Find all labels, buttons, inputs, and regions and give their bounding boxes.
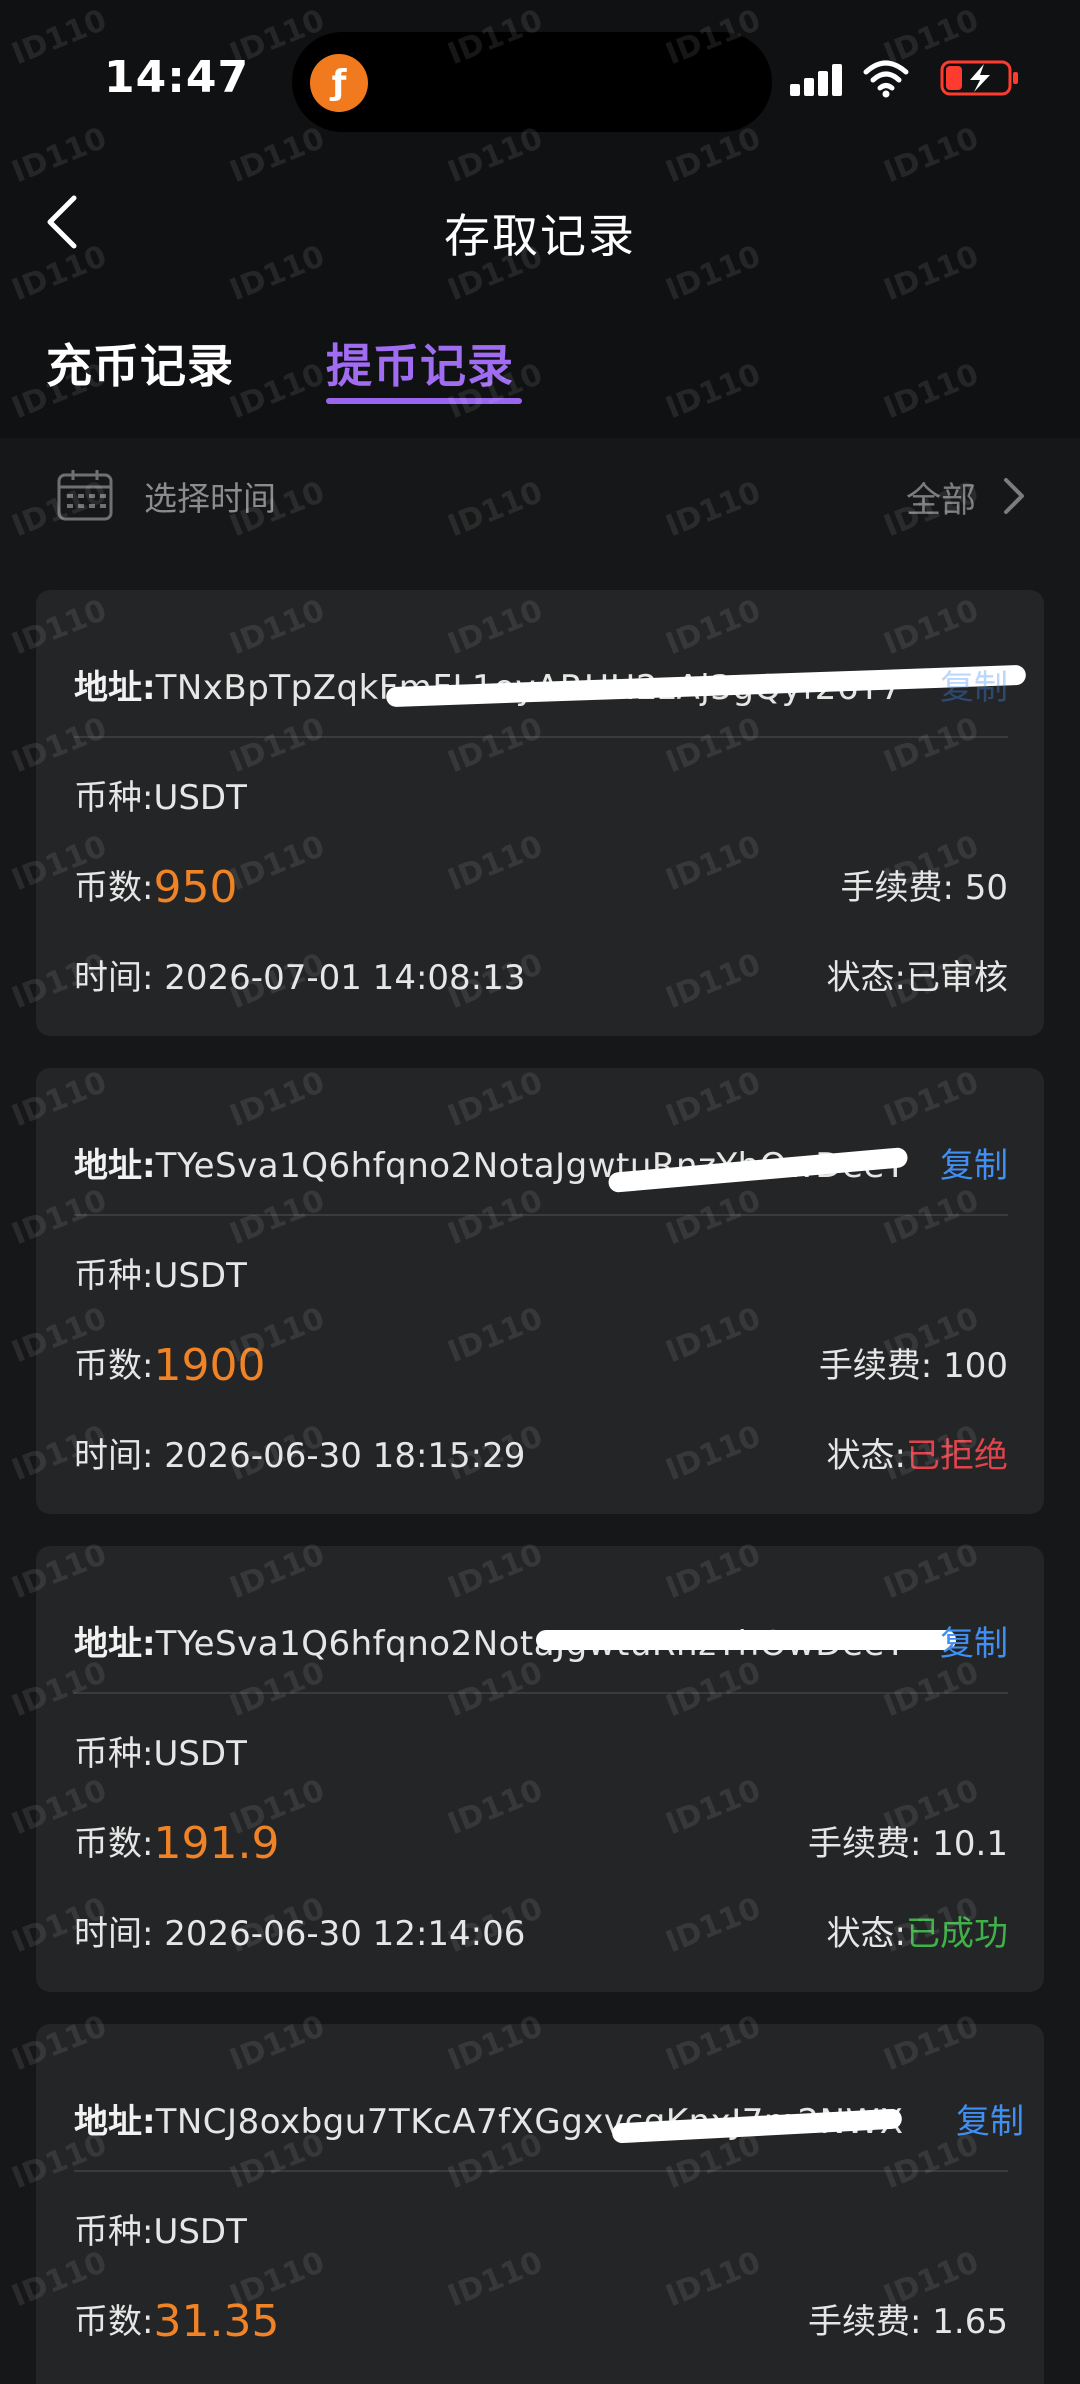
withdraw-record-card: 地址:TYeSva1Q6hfqno2NotaJgwtuRnzYhOwDeeT 复…	[36, 1068, 1044, 1514]
time-value: 2026-06-30 18:15:29	[164, 1436, 526, 1476]
address-label: 地址:	[74, 668, 156, 706]
divider	[74, 1214, 1008, 1216]
status-row: 状态:已拒绝	[827, 1428, 1008, 1477]
divider	[74, 2170, 1008, 2172]
time-label: 时间:	[74, 958, 154, 998]
status-label: 状态:	[826, 1436, 906, 1476]
fee-row: 手续费: 100	[819, 1338, 1008, 1387]
address-label: 地址:	[74, 2102, 156, 2140]
currency-value: USDT	[153, 1256, 247, 1296]
fee-row: 手续费: 50	[840, 860, 1008, 909]
status-row: 状态:已成功	[827, 1906, 1008, 1955]
currency-value: USDT	[153, 778, 247, 818]
currency-row: 币种:USDT	[74, 1726, 247, 1775]
divider	[74, 736, 1008, 738]
amount-value: 191.9	[153, 1818, 280, 1869]
amount-row: 币数:191.9	[74, 1816, 279, 1869]
status-badge: 已审核	[906, 958, 1008, 998]
currency-label: 币种:	[74, 1256, 154, 1296]
time-row: 时间: 2026-07-01 14:08:13	[74, 950, 525, 999]
record-tabs: 充币记录 提币记录	[0, 290, 1080, 438]
status-label: 状态:	[826, 1914, 906, 1954]
time-row: 时间: 2026-06-30 12:14:06	[74, 1906, 525, 1955]
fee-value: 1.65	[932, 2302, 1008, 2342]
tab-deposit-records[interactable]: 充币记录	[46, 330, 234, 396]
redaction-scribble	[536, 1630, 956, 1650]
page-title: 存取记录	[444, 209, 636, 263]
currency-row: 币种:USDT	[74, 1248, 247, 1297]
status-time: 14:47	[104, 52, 250, 103]
address-label: 地址:	[74, 1146, 156, 1184]
fee-label: 手续费:	[840, 868, 954, 908]
withdraw-record-card: 地址:TNxBpTpZqkFmFL1oyARHH2zAj3gQyf26Y7 复制…	[36, 590, 1044, 1036]
fee-label: 手续费:	[808, 2302, 922, 2342]
withdraw-record-card: 地址:TYeSva1Q6hfqno2NotaJgwtuRnzYhOwDeeT 复…	[36, 1546, 1044, 1992]
status-badge: 已成功	[906, 1914, 1008, 1954]
time-value: 2026-07-01 14:08:13	[164, 958, 526, 998]
select-time-label: 选择时间	[144, 479, 276, 518]
amount-row: 币数:950	[74, 860, 237, 913]
time-label: 时间:	[74, 1436, 154, 1476]
chevron-right-icon[interactable]	[1002, 476, 1026, 516]
amount-value: 1900	[153, 1340, 266, 1391]
amount-row: 币数:1900	[74, 1338, 265, 1391]
time-filter-row[interactable]: 选择时间 全部	[0, 438, 1080, 556]
status-label: 状态:	[826, 958, 906, 998]
fee-row: 手续费: 10.1	[808, 1816, 1008, 1865]
currency-label: 币种:	[74, 1734, 154, 1774]
status-row: 状态:已审核	[827, 950, 1008, 999]
currency-value: USDT	[153, 2212, 247, 2252]
fee-row: 手续费: 1.65	[808, 2294, 1008, 2343]
fee-label: 手续费:	[818, 1346, 933, 1386]
amount-value: 950	[153, 862, 238, 913]
copy-address-button[interactable]: 复制	[940, 1138, 1008, 1187]
signal-icon	[790, 64, 844, 96]
currency-row: 币种:USDT	[74, 770, 247, 819]
dynamic-island: ƒ	[292, 32, 772, 132]
amount-label: 币数:	[74, 1346, 154, 1386]
fee-value: 10.1	[932, 1824, 1008, 1864]
calendar-icon	[57, 470, 113, 521]
time-value: 2026-06-30 12:14:06	[164, 1914, 526, 1954]
copy-address-button[interactable]: 复制	[940, 660, 1008, 709]
amount-label: 币数:	[74, 2302, 154, 2342]
amount-label: 币数:	[74, 1824, 154, 1864]
status-bar: 14:47 ƒ	[0, 0, 1080, 150]
filter-value-all[interactable]: 全部	[906, 472, 976, 523]
currency-row: 币种:USDT	[74, 2204, 247, 2253]
fee-label: 手续费:	[808, 1824, 922, 1864]
battery-charging-icon	[940, 60, 1018, 96]
active-tab-indicator	[326, 398, 522, 404]
time-row: 时间: 2026-06-30 18:15:29	[74, 1428, 525, 1477]
time-label: 时间:	[74, 1914, 154, 1954]
currency-value: USDT	[153, 1734, 247, 1774]
copy-address-button[interactable]: 复制	[940, 1616, 1008, 1665]
tab-withdraw-records[interactable]: 提币记录	[326, 330, 514, 396]
withdraw-record-card: 地址:TNCJ8oxbgu7TKcA7fXGgxvcqKnxJ7m2NWX 复制…	[36, 2024, 1044, 2384]
currency-label: 币种:	[74, 2212, 154, 2252]
amount-label: 币数:	[74, 868, 154, 908]
amount-value: 31.35	[153, 2296, 280, 2347]
address-label: 地址:	[74, 1624, 156, 1662]
fee-value: 50	[964, 868, 1008, 908]
app-logo-icon: ƒ	[310, 54, 368, 112]
copy-address-button[interactable]: 复制	[956, 2094, 1024, 2143]
wifi-icon	[863, 60, 909, 98]
status-badge: 已拒绝	[906, 1436, 1008, 1476]
currency-label: 币种:	[74, 778, 154, 818]
divider	[74, 1692, 1008, 1694]
fee-value: 100	[943, 1346, 1008, 1386]
amount-row: 币数:31.35	[74, 2294, 279, 2347]
nav-bar: 存取记录	[0, 150, 1080, 290]
